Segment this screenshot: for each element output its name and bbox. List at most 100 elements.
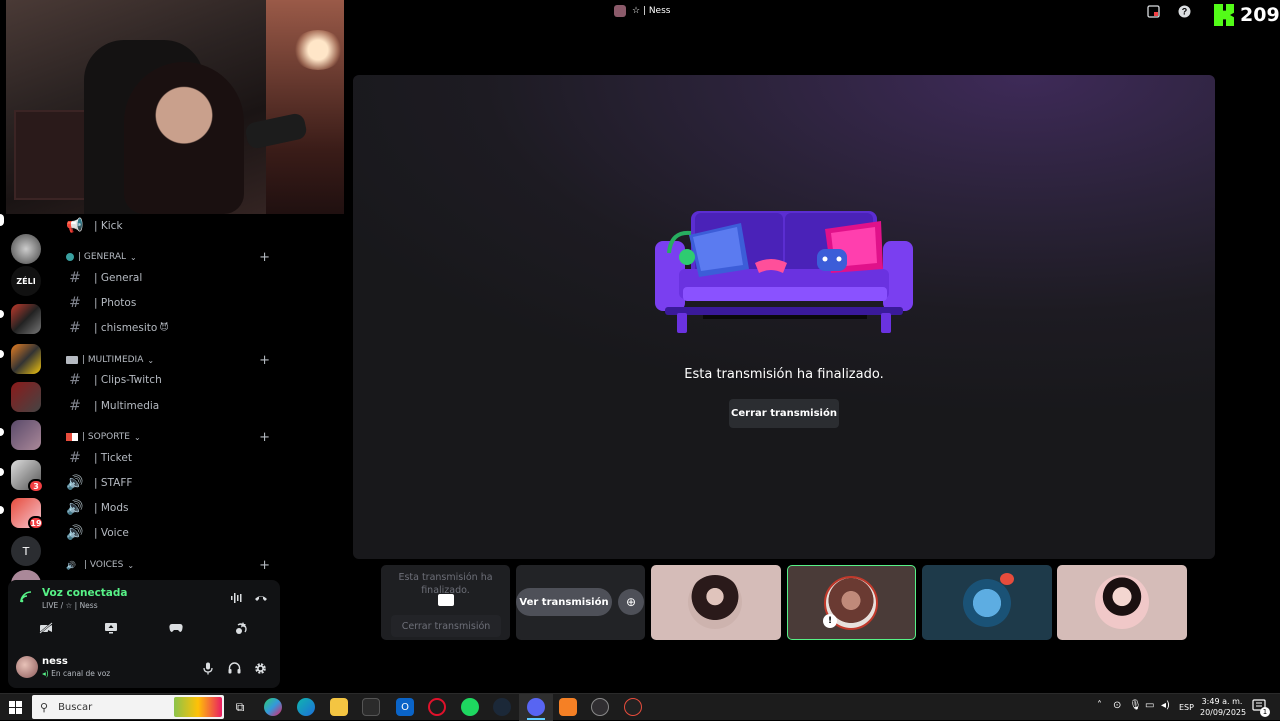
category-general[interactable]: | GENERAL ⌄ + — [66, 249, 276, 265]
participant-avatar — [1095, 575, 1149, 629]
participant-tile[interactable] — [922, 565, 1052, 640]
disconnect-icon[interactable] — [251, 588, 271, 608]
tray-volume-icon[interactable]: ◂) — [1161, 700, 1170, 711]
camera-off-icon[interactable] — [36, 618, 56, 638]
hashtag-icon: # — [69, 450, 81, 466]
tray-mic-icon[interactable]: 🎙 — [1129, 700, 1142, 711]
monitor-icon — [438, 594, 454, 606]
ended-stream-tile[interactable]: Esta transmisión ha finalizado. Cerrar t… — [381, 565, 510, 640]
hashtag-icon: # — [69, 398, 81, 414]
channel-voice[interactable]: 🔊 | Voice — [66, 522, 276, 544]
flag-icon — [66, 433, 78, 441]
taskbar-search[interactable]: ⚲ Buscar — [32, 695, 224, 719]
server-pill — [0, 350, 4, 358]
hashtag-icon: # — [69, 320, 81, 336]
store-icon[interactable] — [362, 698, 380, 716]
opera-icon[interactable] — [428, 698, 446, 716]
add-channel-icon[interactable]: + — [259, 250, 270, 265]
tv-icon — [66, 356, 78, 364]
add-channel-icon[interactable]: + — [259, 353, 270, 368]
steam-icon[interactable] — [493, 698, 511, 716]
vlc-icon[interactable] — [559, 698, 577, 716]
spotify-icon[interactable] — [461, 698, 479, 716]
tray-app-icon[interactable]: ⊙ — [1113, 700, 1121, 711]
language-indicator[interactable]: ESP — [1179, 703, 1194, 712]
couch-illustration — [655, 211, 913, 333]
unread-badge: 19 — [28, 516, 44, 530]
user-name[interactable]: ness — [42, 656, 68, 667]
participant-tile[interactable] — [651, 565, 781, 640]
task-view-icon[interactable]: ⧉ — [231, 698, 249, 716]
speaker-icon: ◂) — [42, 669, 49, 678]
participant-tile[interactable] — [1057, 565, 1187, 640]
channel-general[interactable]: # | General — [66, 267, 276, 289]
channel-chismesito[interactable]: # | chismesito 😈 — [66, 317, 276, 339]
signal-icon[interactable] — [20, 591, 32, 606]
chevron-down-icon: ⌄ — [127, 560, 135, 570]
speaker-icon: 🔊 — [66, 500, 84, 516]
tray-chevron-icon[interactable]: ˄ — [1097, 700, 1102, 711]
channel-photos[interactable]: # | Photos — [66, 292, 276, 314]
channel-mods[interactable]: 🔊 | Mods — [66, 497, 276, 519]
server-folder[interactable] — [11, 344, 41, 374]
devil-emoji: 😈 — [159, 323, 169, 333]
headphones-icon[interactable] — [224, 658, 244, 678]
outlook-icon[interactable]: O — [396, 698, 414, 716]
soundboard-icon[interactable] — [232, 618, 252, 638]
add-stream-icon[interactable]: ⊕ — [618, 589, 644, 615]
warning-icon: ! — [823, 614, 837, 628]
server-folder[interactable] — [11, 382, 41, 412]
activity-icon[interactable] — [166, 618, 186, 638]
category-soporte[interactable]: | SOPORTE ⌄ + — [66, 429, 276, 445]
watch-stream-button[interactable]: Ver transmisión — [516, 588, 612, 616]
screen-share-icon[interactable] — [101, 618, 121, 638]
channel-clips-twitch[interactable]: # | Clips-Twitch — [66, 369, 276, 391]
channel-staff[interactable]: 🔊 | STAFF — [66, 472, 276, 494]
clock[interactable]: 3:49 a. m. 20/09/2025 — [1200, 696, 1246, 718]
obs-icon[interactable] — [591, 698, 609, 716]
participant-tile-speaking[interactable]: ! — [787, 565, 916, 640]
microphone-icon[interactable] — [198, 658, 218, 678]
add-channel-icon[interactable]: + — [259, 430, 270, 445]
server-icon[interactable] — [11, 234, 41, 264]
server-folder[interactable] — [11, 304, 41, 334]
voice-panel: Voz conectada LIVE / ☆ | Ness ness ◂) En… — [8, 580, 280, 688]
tile-close-stream-button[interactable]: Cerrar transmisión — [391, 615, 501, 637]
channel-ticket[interactable]: # | Ticket — [66, 447, 276, 469]
search-icon: ⚲ — [40, 700, 49, 714]
category-multimedia[interactable]: | MULTIMEDIA ⌄ + — [66, 352, 276, 368]
speaker-icon: 🔊 — [66, 525, 84, 541]
discord-icon[interactable] — [527, 698, 545, 716]
voice-status[interactable]: Voz conectada — [42, 587, 128, 599]
watch-stream-tile[interactable]: Ver transmisión ⊕ — [516, 565, 645, 640]
voice-channel[interactable]: LIVE / ☆ | Ness — [42, 601, 98, 610]
help-icon[interactable]: ? — [1176, 3, 1192, 19]
globe-icon — [66, 253, 74, 261]
edge-icon[interactable] — [297, 698, 315, 716]
participant-avatar — [688, 575, 742, 629]
speaker-icon: 🔊 — [66, 560, 76, 570]
server-pill — [0, 428, 4, 436]
notifications-icon[interactable]: 1 — [1252, 699, 1270, 717]
category-voices[interactable]: 🔊 | VOICES ⌄ + — [66, 557, 276, 573]
noise-suppression-icon[interactable] — [227, 588, 247, 608]
avatar[interactable] — [16, 656, 38, 678]
channel-kick[interactable]: 📢 | Kick — [66, 215, 276, 237]
chevron-down-icon: ⌄ — [130, 252, 137, 262]
close-stream-button[interactable]: Cerrar transmisión — [729, 399, 839, 428]
server-t[interactable]: T — [11, 536, 41, 566]
notification-badge: 1 — [1260, 707, 1270, 717]
server-folder[interactable] — [11, 420, 41, 450]
gear-icon[interactable] — [250, 658, 270, 678]
copilot-icon[interactable] — [264, 698, 282, 716]
server-pill — [0, 506, 4, 514]
server-zeli[interactable]: ZÉLI — [11, 266, 41, 296]
recording-app-icon[interactable] — [624, 698, 642, 716]
file-explorer-icon[interactable] — [330, 698, 348, 716]
add-channel-icon[interactable]: + — [259, 558, 270, 573]
stream-stage: Esta transmisión ha finalizado. Cerrar t… — [353, 75, 1215, 559]
windows-start-icon[interactable] — [9, 701, 22, 714]
channel-multimedia[interactable]: # | Multimedia — [66, 395, 276, 417]
popout-icon[interactable] — [1145, 3, 1161, 19]
tray-network-icon[interactable]: ▭ — [1145, 700, 1154, 711]
